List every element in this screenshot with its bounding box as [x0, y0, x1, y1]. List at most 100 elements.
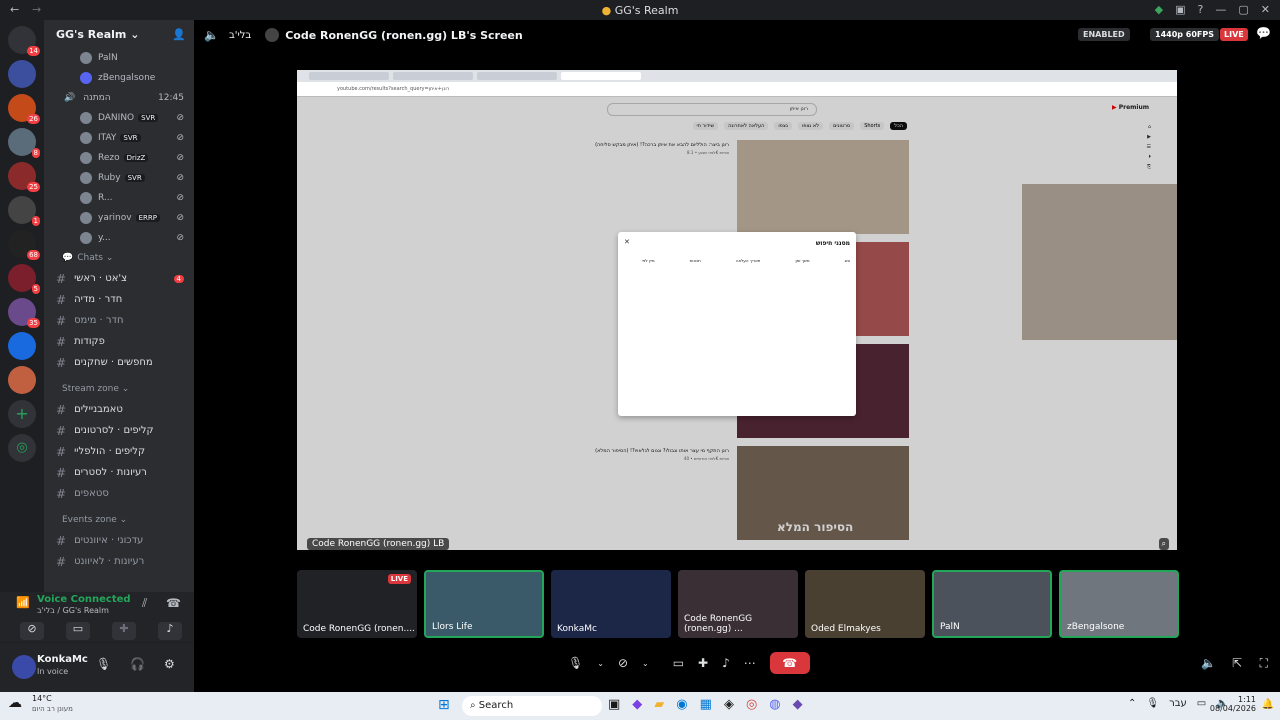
- chrome-icon[interactable]: ◎: [746, 697, 757, 712]
- voice-user[interactable]: Rezo DrizZ ⊘: [44, 148, 194, 168]
- server-icon[interactable]: [8, 60, 36, 88]
- channel-item[interactable]: # פקודות: [44, 331, 194, 352]
- taskbar-search[interactable]: ⌕ Search: [462, 696, 602, 716]
- voice-user[interactable]: DANINO SVR ⊘: [44, 108, 194, 128]
- participant-tile[interactable]: zBengalsone: [1059, 570, 1179, 638]
- noise-suppression-icon[interactable]: ⫽: [142, 596, 147, 611]
- voice-user[interactable]: yarinov ERRP ⊘: [44, 208, 194, 228]
- category-chats[interactable]: 💬 Chats ⌄: [44, 248, 194, 268]
- settings-gear-icon[interactable]: ⚙: [164, 657, 175, 671]
- channel-item[interactable]: # קליפים · לסרטונים: [44, 420, 194, 441]
- channel-item[interactable]: # עדכוני · איוונטים: [44, 530, 194, 551]
- popout-icon[interactable]: ⇱: [1232, 656, 1242, 670]
- microphone-icon[interactable]: 🎙: [96, 657, 111, 671]
- server-icon[interactable]: 68: [8, 230, 40, 260]
- browser-tab[interactable]: [477, 72, 557, 80]
- disconnect-icon[interactable]: ☎: [166, 596, 181, 610]
- discord-home-icon[interactable]: 14: [8, 26, 40, 56]
- camera-off-button[interactable]: ⊘: [20, 622, 44, 640]
- channel-item[interactable]: # מחפשים · שחקנים: [44, 352, 194, 373]
- zoom-icon[interactable]: ⌕: [1158, 538, 1169, 550]
- weather-icon[interactable]: ☁: [8, 695, 22, 711]
- discover-icon[interactable]: ◎: [8, 434, 36, 462]
- channel-item[interactable]: # רעיונות · לאיוונט: [44, 551, 194, 572]
- address-bar[interactable]: youtube.com/results?search_query=רונן+אי…: [297, 82, 1177, 97]
- task-view-icon[interactable]: ▣: [608, 697, 620, 712]
- participant-tile[interactable]: LIVE Code RonenGG (ronen....: [297, 570, 417, 638]
- username[interactable]: KonkaMc: [37, 654, 88, 665]
- maximize-icon[interactable]: ▢: [1238, 3, 1248, 16]
- server-icon[interactable]: 35: [8, 298, 40, 328]
- channel-item[interactable]: # צ'אט · ראשי 4: [44, 268, 194, 289]
- voice-user[interactable]: PalN: [44, 48, 194, 68]
- file-explorer-icon[interactable]: ▰: [654, 697, 664, 712]
- chevron-down-icon[interactable]: ⌄: [642, 659, 649, 668]
- channel-item[interactable]: # סטאפים: [44, 483, 194, 504]
- soundboard-icon[interactable]: ♪: [722, 656, 730, 670]
- participant-tile[interactable]: Oded Elmakyes: [805, 570, 925, 638]
- dialog-close-icon[interactable]: ✕: [624, 238, 630, 246]
- voice-channel-name[interactable]: בלי'ב: [229, 30, 251, 41]
- network-icon[interactable]: ▭: [1197, 698, 1206, 709]
- headphones-icon[interactable]: 🎧: [130, 657, 145, 671]
- server-icon[interactable]: [8, 366, 36, 394]
- voice-user[interactable]: zBengalsone: [44, 68, 194, 88]
- channel-item[interactable]: # טאמבניילים: [44, 399, 194, 420]
- close-icon[interactable]: ✕: [1261, 3, 1270, 16]
- store-icon[interactable]: ▦: [700, 697, 712, 712]
- channel-item[interactable]: # חדר · מדיה: [44, 289, 194, 310]
- voice-user[interactable]: y... ⊘: [44, 228, 194, 248]
- channel-item[interactable]: # חדר · מימס: [44, 310, 194, 331]
- guild-header[interactable]: GG's Realm ⌄ 👤: [44, 20, 194, 48]
- shared-screen[interactable]: youtube.com/results?search_query=רונן+אי…: [297, 70, 1177, 550]
- activities-button[interactable]: ✚: [112, 622, 136, 640]
- chevron-down-icon[interactable]: ⌄: [597, 659, 604, 668]
- inbox-icon[interactable]: ▣: [1175, 3, 1185, 16]
- clock[interactable]: 1:11 08/04/2026: [1210, 695, 1256, 713]
- server-icon[interactable]: 25: [8, 162, 40, 192]
- chat-icon[interactable]: 💬: [1256, 26, 1271, 40]
- add-server-icon[interactable]: +: [8, 400, 36, 428]
- voice-status-channel[interactable]: בלי'ב / GG's Realm: [37, 606, 109, 615]
- notification-icon[interactable]: 🔔: [1262, 699, 1274, 710]
- fullscreen-icon[interactable]: ⛶: [1260, 656, 1268, 671]
- app-icon[interactable]: ◆: [793, 697, 803, 712]
- volume-icon[interactable]: 🔈: [1201, 656, 1216, 670]
- participant-tile[interactable]: PalN: [932, 570, 1052, 638]
- avatar[interactable]: [12, 655, 36, 679]
- language-indicator[interactable]: עבר: [1169, 698, 1187, 709]
- server-icon[interactable]: 26: [8, 94, 40, 124]
- nitro-icon[interactable]: ◆: [1155, 3, 1163, 16]
- browser-tab[interactable]: [309, 72, 389, 80]
- browser-tab-active[interactable]: [561, 72, 641, 80]
- screen-share-button[interactable]: ▭: [66, 622, 90, 640]
- minimize-icon[interactable]: —: [1215, 3, 1226, 16]
- teams-icon[interactable]: ◆: [632, 697, 642, 712]
- screen-share-icon[interactable]: ▭: [673, 656, 684, 670]
- browser-tab[interactable]: [393, 72, 473, 80]
- participant-tile[interactable]: Llors Life: [424, 570, 544, 638]
- microphone-icon[interactable]: 🎙: [568, 656, 583, 670]
- more-icon[interactable]: ⋯: [744, 656, 756, 670]
- enabled-badge[interactable]: ENABLED: [1078, 28, 1130, 41]
- app-icon[interactable]: ◈: [724, 697, 734, 712]
- server-icon[interactable]: 1: [8, 196, 40, 226]
- event-row[interactable]: 🔊 המתנה 12:45: [44, 88, 194, 108]
- help-icon[interactable]: ?: [1198, 3, 1204, 16]
- soundboard-button[interactable]: ♪: [158, 622, 182, 640]
- server-icon[interactable]: [8, 332, 36, 360]
- voice-user[interactable]: Ruby SVR ⊘: [44, 168, 194, 188]
- voice-status-title[interactable]: Voice Connected: [37, 594, 131, 605]
- chevron-up-icon[interactable]: ⌃: [1128, 698, 1136, 709]
- category-events[interactable]: Events zone ⌄: [44, 510, 194, 530]
- channel-item[interactable]: # קליפים · הולפליי: [44, 441, 194, 462]
- voice-user[interactable]: ITAY SVR ⊘: [44, 128, 194, 148]
- participant-tile[interactable]: KonkaMc: [551, 570, 671, 638]
- participant-tile[interactable]: Code RonenGG (ronen.gg) ...: [678, 570, 798, 638]
- activities-icon[interactable]: ✚: [698, 656, 708, 670]
- category-stream[interactable]: Stream zone ⌄: [44, 379, 194, 399]
- server-icon[interactable]: 8: [8, 128, 40, 158]
- mic-tray-icon[interactable]: 🎙: [1146, 698, 1159, 709]
- server-icon[interactable]: 5: [8, 264, 40, 294]
- start-icon[interactable]: ⊞: [438, 697, 450, 713]
